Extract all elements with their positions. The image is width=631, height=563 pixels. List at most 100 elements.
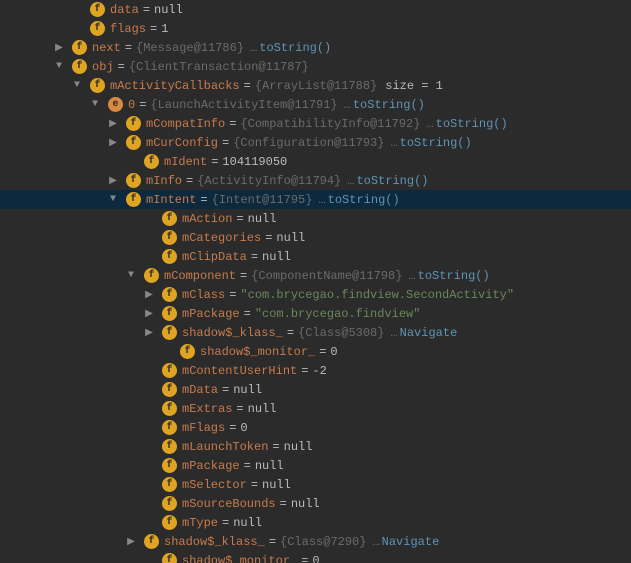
tostring-link[interactable]: toString(): [436, 117, 508, 131]
tree-row-mAction[interactable]: fmAction=null: [0, 209, 631, 228]
expand-down-icon[interactable]: ▼: [108, 194, 118, 205]
expand-down-icon[interactable]: ▼: [72, 80, 82, 91]
field-value: null: [262, 478, 291, 492]
expand-right-icon[interactable]: ▶: [126, 536, 136, 548]
tree-row-mExtras[interactable]: fmExtras=null: [0, 399, 631, 418]
tree-row-mLaunchToken[interactable]: fmLaunchToken=null: [0, 437, 631, 456]
expand-right-icon[interactable]: ▶: [54, 42, 64, 54]
field-icon: f: [162, 230, 177, 245]
tree-row-mData[interactable]: fmData=null: [0, 380, 631, 399]
field-value: {Class@7290}: [280, 535, 366, 549]
tree-row-mActivityCallbacks[interactable]: ▼fmActivityCallbacks={ArrayList@11788}si…: [0, 76, 631, 95]
field-icon: f: [90, 21, 105, 36]
navigate-link[interactable]: Navigate: [400, 326, 458, 340]
field-icon: f: [144, 534, 159, 549]
field-name: mSourceBounds: [182, 497, 276, 511]
equals-sign: =: [229, 117, 236, 131]
expand-right-icon[interactable]: ▶: [144, 289, 154, 301]
field-name: shadow$_monitor_: [182, 554, 297, 563]
field-name: mIdent: [164, 155, 207, 169]
field-value: null: [233, 516, 262, 530]
field-value: null: [276, 231, 305, 245]
tree-row-shadow-klass-[interactable]: ▶fshadow$_klass_={Class@5308}…Navigate: [0, 323, 631, 342]
expand-right-icon[interactable]: ▶: [108, 137, 118, 149]
field-name: flags: [110, 22, 146, 36]
expand-down-icon[interactable]: ▼: [126, 270, 136, 281]
field-icon: f: [162, 306, 177, 321]
tostring-link[interactable]: toString(): [259, 41, 331, 55]
navigate-link[interactable]: Navigate: [382, 535, 440, 549]
ellipsis-icon: …: [390, 136, 397, 150]
tree-row-mInfo[interactable]: ▶fmInfo={ActivityInfo@11794}…toString(): [0, 171, 631, 190]
field-icon: f: [162, 553, 177, 563]
tree-row-mFlags[interactable]: fmFlags=0: [0, 418, 631, 437]
ellipsis-icon: …: [372, 535, 379, 549]
tree-row-shadow-monitor-[interactable]: fshadow$_monitor_=0: [0, 342, 631, 361]
field-value: {Class@5308}: [298, 326, 384, 340]
tostring-link[interactable]: toString(): [353, 98, 425, 112]
field-name: mCompatInfo: [146, 117, 225, 131]
field-name: mExtras: [182, 402, 232, 416]
expand-right-icon[interactable]: ▶: [144, 327, 154, 339]
tree-row-mCategories[interactable]: fmCategories=null: [0, 228, 631, 247]
tostring-link[interactable]: toString(): [418, 269, 490, 283]
tree-row-mContentUserHint[interactable]: fmContentUserHint=-2: [0, 361, 631, 380]
expand-right-icon[interactable]: ▶: [108, 118, 118, 130]
tree-row-mType[interactable]: fmType=null: [0, 513, 631, 532]
field-name: shadow$_monitor_: [200, 345, 315, 359]
field-icon: f: [162, 287, 177, 302]
field-icon: f: [144, 154, 159, 169]
equals-sign: =: [244, 307, 251, 321]
field-value: {CompatibilityInfo@11792}: [240, 117, 420, 131]
tree-row-mPackage[interactable]: fmPackage=null: [0, 456, 631, 475]
variables-tree[interactable]: fdata=nullfflags=1▶fnext={Message@11786}…: [0, 0, 631, 563]
field-icon: f: [162, 382, 177, 397]
tree-row-mIdent[interactable]: fmIdent=104119050: [0, 152, 631, 171]
equals-sign: =: [240, 269, 247, 283]
field-icon: f: [162, 458, 177, 473]
tree-row-flags[interactable]: fflags=1: [0, 19, 631, 38]
tree-row-shadow-klass-[interactable]: ▶fshadow$_klass_={Class@7290}…Navigate: [0, 532, 631, 551]
tree-row-obj[interactable]: ▼fobj={ClientTransaction@11787}: [0, 57, 631, 76]
equals-sign: =: [200, 193, 207, 207]
field-icon: f: [162, 439, 177, 454]
field-value: {ComponentName@11798}: [251, 269, 402, 283]
expand-down-icon[interactable]: ▼: [90, 99, 100, 110]
tree-row-mIntent[interactable]: ▼fmIntent={Intent@11795}…toString(): [0, 190, 631, 209]
tree-row-mClipData[interactable]: fmClipData=null: [0, 247, 631, 266]
tostring-link[interactable]: toString(): [400, 136, 472, 150]
equals-sign: =: [319, 345, 326, 359]
tree-row-mClass[interactable]: ▶fmClass="com.brycegao.findview.SecondAc…: [0, 285, 631, 304]
field-icon: f: [72, 59, 87, 74]
field-name: mLaunchToken: [182, 440, 268, 454]
tostring-link[interactable]: toString(): [328, 193, 400, 207]
tree-row-mComponent[interactable]: ▼fmComponent={ComponentName@11798}…toStr…: [0, 266, 631, 285]
tree-row-next[interactable]: ▶fnext={Message@11786}…toString(): [0, 38, 631, 57]
expand-down-icon[interactable]: ▼: [54, 61, 64, 72]
field-value: {Message@11786}: [136, 41, 244, 55]
field-value: {Configuration@11793}: [233, 136, 384, 150]
field-value: 1: [161, 22, 168, 36]
equals-sign: =: [280, 497, 287, 511]
tree-row-mCompatInfo[interactable]: ▶fmCompatInfo={CompatibilityInfo@11792}……: [0, 114, 631, 133]
equals-sign: =: [139, 98, 146, 112]
tree-row-0[interactable]: ▼e0={LaunchActivityItem@11791}…toString(…: [0, 95, 631, 114]
field-icon: f: [126, 173, 141, 188]
field-icon: f: [126, 135, 141, 150]
tree-row-mSourceBounds[interactable]: fmSourceBounds=null: [0, 494, 631, 513]
field-name: mIntent: [146, 193, 196, 207]
field-value: 0: [312, 554, 319, 563]
tostring-link[interactable]: toString(): [356, 174, 428, 188]
field-icon: f: [162, 477, 177, 492]
field-name: data: [110, 3, 139, 17]
tree-row-data[interactable]: fdata=null: [0, 0, 631, 19]
tree-row-mSelector[interactable]: fmSelector=null: [0, 475, 631, 494]
tree-row-mCurConfig[interactable]: ▶fmCurConfig={Configuration@11793}…toStr…: [0, 133, 631, 152]
expand-right-icon[interactable]: ▶: [144, 308, 154, 320]
field-value: {ArrayList@11788}: [255, 79, 377, 93]
expand-right-icon[interactable]: ▶: [108, 175, 118, 187]
equals-sign: =: [118, 60, 125, 74]
tree-row-mPackage[interactable]: ▶fmPackage="com.brycegao.findview": [0, 304, 631, 323]
tree-row-shadow-monitor-[interactable]: fshadow$_monitor_=0: [0, 551, 631, 563]
equals-sign: =: [222, 516, 229, 530]
